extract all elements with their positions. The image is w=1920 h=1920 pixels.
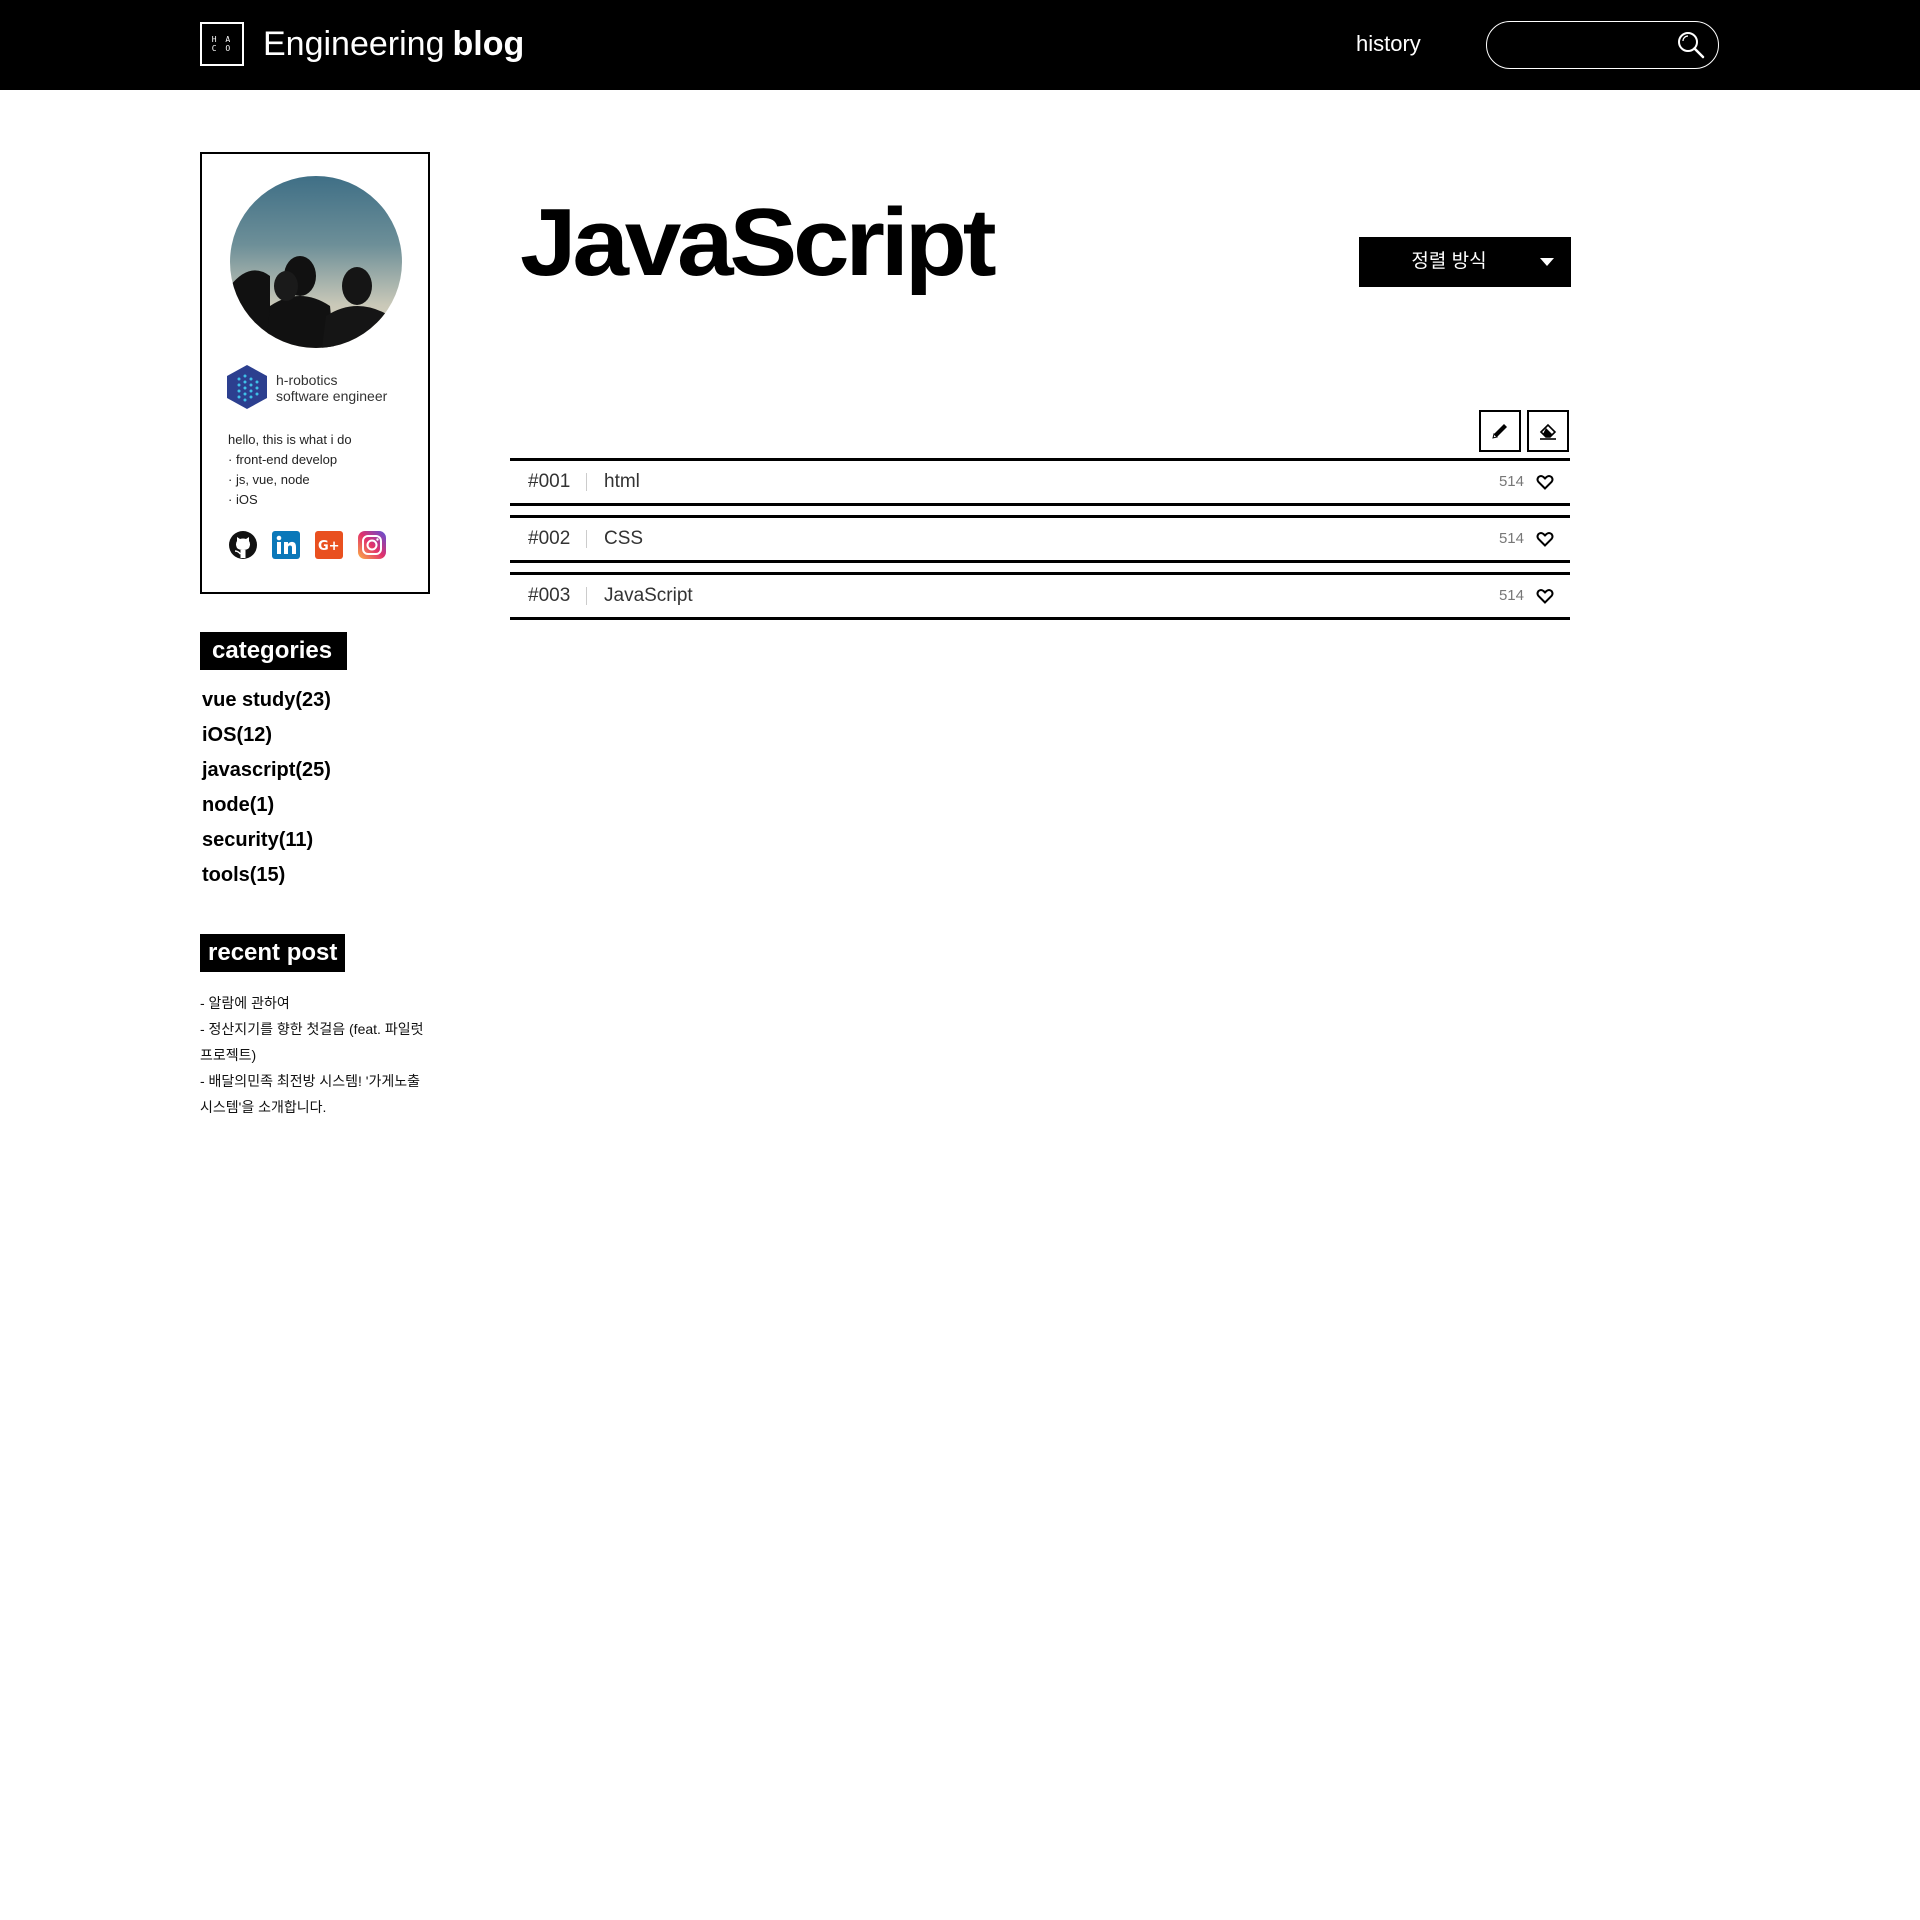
- recent-post-item[interactable]: - 정산지기를 향한 첫걸음 (feat. 파일럿 프로젝트): [200, 1016, 432, 1068]
- sort-label: 정렬 방식: [1411, 251, 1487, 272]
- category-item[interactable]: iOS(12): [202, 718, 331, 753]
- post-like-count: 514: [1498, 587, 1524, 604]
- post-separator: [586, 530, 587, 548]
- heart-icon[interactable]: [1536, 588, 1554, 604]
- avatar: [230, 176, 402, 348]
- post-number: #001: [528, 471, 571, 492]
- bio-line: · iOS: [228, 492, 258, 507]
- github-icon[interactable]: [228, 530, 258, 560]
- heart-icon[interactable]: [1536, 474, 1554, 490]
- company-logo-icon: [227, 365, 267, 409]
- categories-heading: categories: [200, 632, 347, 670]
- heart-icon[interactable]: [1536, 531, 1554, 547]
- search-icon[interactable]: [1676, 30, 1706, 60]
- post-number: #003: [528, 585, 571, 606]
- search-input[interactable]: [1505, 30, 1669, 62]
- category-item[interactable]: javascript(25): [202, 753, 331, 788]
- recent-post-list: - 알람에 관하여 - 정산지기를 향한 첫걸음 (feat. 파일럿 프로젝트…: [200, 990, 432, 1120]
- page-title: JavaScript: [520, 189, 997, 296]
- post-row[interactable]: #002 CSS 514: [510, 515, 1570, 563]
- site-logo[interactable]: H A C O: [200, 22, 244, 66]
- post-like-count: 514: [1498, 473, 1524, 490]
- avatar-silhouette-image: [230, 256, 396, 348]
- logo-text: H A C O: [211, 35, 233, 53]
- category-item[interactable]: vue study(23): [202, 683, 331, 718]
- sort-dropdown[interactable]: 정렬 방식: [1359, 237, 1571, 287]
- company-name: h-robotics: [276, 372, 338, 388]
- post-number: #002: [528, 528, 571, 549]
- eraser-icon: [1539, 423, 1557, 440]
- category-item[interactable]: tools(15): [202, 858, 331, 893]
- category-item[interactable]: node(1): [202, 788, 331, 823]
- search-box: [1486, 21, 1719, 69]
- post-row[interactable]: #001 html 514: [510, 458, 1570, 506]
- site-title-light: Engineering: [263, 25, 445, 63]
- top-navigation-bar: H A C O Engineering blog history: [0, 0, 1920, 90]
- recent-post-item[interactable]: - 배달의민족 최전방 시스템! '가게노출 시스템'을 소개합니다.: [200, 1068, 432, 1120]
- caret-down-icon: [1540, 258, 1554, 266]
- social-links: G+: [228, 530, 387, 560]
- post-separator: [586, 587, 587, 605]
- post-title: CSS: [604, 528, 644, 549]
- bio-line: · front-end develop: [228, 452, 338, 467]
- edit-button[interactable]: [1479, 410, 1521, 452]
- svg-text:G+: G+: [318, 539, 340, 554]
- job-role: software engineer: [276, 388, 388, 404]
- categories-list: vue study(23) iOS(12) javascript(25) nod…: [202, 683, 331, 893]
- post-like-count: 514: [1498, 530, 1524, 547]
- profile-card: h-robotics software engineer hello, this…: [200, 152, 430, 594]
- instagram-icon[interactable]: [357, 530, 387, 560]
- recent-post-heading: recent post: [200, 934, 345, 972]
- bio-line: · js, vue, node: [228, 472, 310, 487]
- post-title: JavaScript: [604, 585, 693, 606]
- post-separator: [586, 473, 587, 491]
- category-item[interactable]: security(11): [202, 823, 331, 858]
- post-title: html: [604, 471, 640, 492]
- post-row[interactable]: #003 JavaScript 514: [510, 572, 1570, 620]
- recent-post-item[interactable]: - 알람에 관하여: [200, 990, 432, 1016]
- pencil-icon: [1492, 424, 1507, 439]
- bio-line: hello, this is what i do: [228, 432, 352, 447]
- linkedin-icon[interactable]: [271, 530, 301, 560]
- site-title-bold: blog: [452, 25, 525, 63]
- site-title[interactable]: Engineering blog: [263, 20, 524, 68]
- bio: hello, this is what i do · front-end dev…: [228, 430, 352, 510]
- nav-history-link[interactable]: history: [1356, 28, 1421, 60]
- erase-button[interactable]: [1527, 410, 1569, 452]
- google-plus-icon[interactable]: G+: [314, 530, 344, 560]
- company-info: h-robotics software engineer: [276, 372, 387, 404]
